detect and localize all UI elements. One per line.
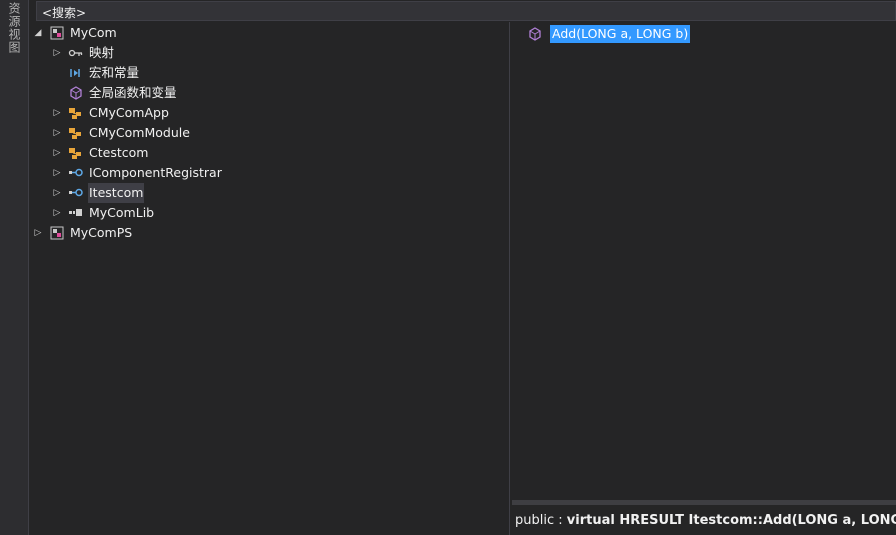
search-input[interactable]: <搜索>	[36, 1, 896, 21]
tree-item-mycomlib[interactable]: ▷ MyComLib	[30, 203, 509, 223]
collapsed-arrow-icon[interactable]: ▷	[52, 183, 62, 203]
description-signature: virtual HRESULT Itestcom::Add(LONG a, LO…	[566, 513, 896, 528]
tree-item-cmycomapp[interactable]: ▷ CMyComApp	[30, 103, 509, 123]
tree-item-label: CMyComModule	[89, 125, 190, 140]
interface-icon	[68, 166, 84, 180]
collapsed-arrow-icon[interactable]: ▷	[52, 143, 62, 163]
macro-icon	[68, 66, 84, 80]
method-icon	[528, 27, 544, 41]
search-placeholder: <搜索>	[42, 6, 87, 20]
collapsed-arrow-icon[interactable]: ▷	[52, 43, 62, 63]
tree-item-cmycommodule[interactable]: ▷ CMyComModule	[30, 123, 509, 143]
description-text: public : virtual HRESULT Itestcom::Add(L…	[515, 513, 896, 528]
class-icon	[68, 126, 84, 140]
project-icon	[50, 226, 66, 240]
collapsed-arrow-icon[interactable]: ▷	[52, 163, 62, 183]
tree-item-icomponentregistrar[interactable]: ▷ IComponentRegistrar	[30, 163, 509, 183]
tree-item-label: 全局函数和变量	[89, 85, 177, 100]
tree-item-maps[interactable]: ▷ 映射	[30, 43, 509, 63]
collapsed-arrow-icon[interactable]: ▷	[52, 203, 62, 223]
collapsed-arrow-icon[interactable]: ▷	[52, 103, 62, 123]
tree-item-itestcom[interactable]: ▷ Itestcom	[30, 183, 509, 203]
description-pane: public : virtual HRESULT Itestcom::Add(L…	[512, 500, 896, 535]
collapsed-arrow-icon[interactable]: ▷	[52, 123, 62, 143]
class-icon	[68, 106, 84, 120]
tree-item-label: IComponentRegistrar	[89, 165, 222, 180]
member-label: Add(LONG a, LONG b)	[550, 25, 691, 43]
tree-item-label: 映射	[89, 45, 115, 60]
description-prefix: public :	[515, 513, 567, 528]
tree-item-label: CMyComApp	[89, 105, 169, 120]
tree-item-label: MyComPS	[70, 225, 133, 240]
tree-item-mycom[interactable]: ◢ MyCom	[30, 23, 509, 43]
expanded-arrow-icon[interactable]: ◢	[33, 23, 43, 43]
tree-item-ctestcom[interactable]: ▷ Ctestcom	[30, 143, 509, 163]
interface-icon	[68, 186, 84, 200]
tree-item-label: MyComLib	[89, 205, 155, 220]
side-tab-label: 资源视图	[7, 2, 21, 54]
project-icon	[50, 26, 66, 40]
class-icon	[68, 146, 84, 160]
tree-item-label: MyCom	[70, 25, 117, 40]
map-key-icon	[68, 46, 84, 60]
tree-item-macros[interactable]: 宏和常量	[30, 63, 509, 83]
resource-view-side-tab[interactable]: 资源视图	[0, 0, 29, 535]
tree-item-mycomps[interactable]: ▷ MyComPS	[30, 223, 509, 243]
tree-item-globals[interactable]: 全局函数和变量	[30, 83, 509, 103]
tree-item-label: Ctestcom	[89, 145, 149, 160]
objects-tree: ◢ MyCom ▷ 映射 宏和常量 全局函数和变量 ▷ CMyComApp ▷	[30, 22, 510, 535]
tree-item-label: 宏和常量	[89, 65, 140, 80]
collapsed-arrow-icon[interactable]: ▷	[33, 223, 43, 243]
global-function-icon	[68, 86, 84, 100]
members-list: Add(LONG a, LONG b)	[510, 22, 896, 500]
library-icon	[68, 206, 84, 220]
tree-item-label: Itestcom	[88, 183, 145, 203]
